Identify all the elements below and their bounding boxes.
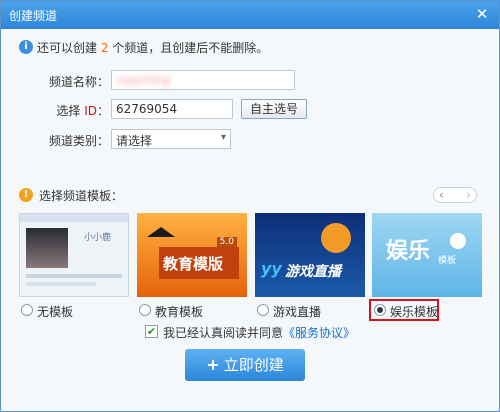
create-now-button[interactable]: + 立即创建 xyxy=(185,349,305,381)
template-thumb-education[interactable]: 5.0 教育模版 xyxy=(137,213,247,297)
category-selected-value: 请选择 xyxy=(116,134,153,148)
channel-limit-notice: 还可以创建 2 个频道，且创建后不能删除。 xyxy=(37,41,269,55)
template-education-caption: 教育模版 xyxy=(163,255,224,273)
template-blank-caption: 小小鹿 xyxy=(84,233,112,243)
channel-name-label: 频道名称： xyxy=(48,75,109,89)
plus-icon: + xyxy=(206,355,220,374)
channel-name-input[interactable]: coaching xyxy=(111,70,295,90)
template-pager: ‹ › xyxy=(433,187,477,203)
template-thumb-game-live[interactable]: yy 游戏直播 xyxy=(255,213,365,297)
channel-id-label: 选择 ID： xyxy=(56,104,109,118)
chevron-left-icon[interactable]: ‹ xyxy=(439,188,444,202)
channel-category-label: 频道类别： xyxy=(48,134,109,148)
create-now-label: 立即创建 xyxy=(223,356,284,374)
template-thumb-blank[interactable]: 小小鹿 xyxy=(19,213,129,297)
info-icon: i xyxy=(19,40,33,54)
template-fun-subcaption: 模板 xyxy=(438,256,457,266)
channel-id-value: 62769054 xyxy=(116,102,178,116)
template-fun-caption: 娱乐 xyxy=(386,239,431,264)
label-game-live-template[interactable]: 游戏直播 xyxy=(273,303,321,320)
agreement-checkbox[interactable]: ✔ xyxy=(145,325,158,338)
close-icon[interactable]: ✕ xyxy=(473,5,491,23)
title-bar: 创建频道 ✕ xyxy=(1,1,499,29)
label-no-template[interactable]: 无模板 xyxy=(37,303,73,320)
warning-icon: ! xyxy=(19,188,33,202)
auto-select-id-button[interactable]: 自主选号 xyxy=(241,99,307,119)
graduation-cap-icon xyxy=(147,227,175,237)
template-game-caption: 游戏直播 xyxy=(285,264,341,280)
yy-logo-icon: yy xyxy=(261,259,282,278)
template-section-title: 选择频道模板： xyxy=(39,189,124,203)
mascot-icon xyxy=(321,223,351,253)
radio-game-live-template[interactable] xyxy=(257,304,269,316)
avatar xyxy=(26,228,68,268)
channel-id-input[interactable]: 62769054 xyxy=(111,99,233,119)
terms-of-service-link[interactable]: 《服务协议》 xyxy=(283,326,355,340)
channel-category-select[interactable]: 请选择 ▾ xyxy=(111,129,231,149)
smile-icon xyxy=(450,233,466,249)
template-thumb-entertainment[interactable]: 娱乐 模板 xyxy=(372,213,482,297)
chevron-down-icon: ▾ xyxy=(220,132,226,143)
create-channel-dialog: 创建频道 ✕ i 还可以创建 2 个频道，且创建后不能删除。 频道名称： coa… xyxy=(0,0,500,412)
version-badge: 5.0 xyxy=(216,237,237,247)
radio-education-template[interactable] xyxy=(139,304,151,316)
radio-entertainment-template[interactable] xyxy=(374,304,386,316)
label-entertainment-template[interactable]: 娱乐模板 xyxy=(390,303,438,320)
window-title: 创建频道 xyxy=(9,9,58,23)
chevron-right-icon[interactable]: › xyxy=(466,188,471,202)
agreement-text: 我已经认真阅读并同意《服务协议》 xyxy=(163,326,356,340)
channel-name-value: coaching xyxy=(116,73,171,87)
label-education-template[interactable]: 教育模板 xyxy=(155,303,203,320)
radio-no-template[interactable] xyxy=(21,304,33,316)
